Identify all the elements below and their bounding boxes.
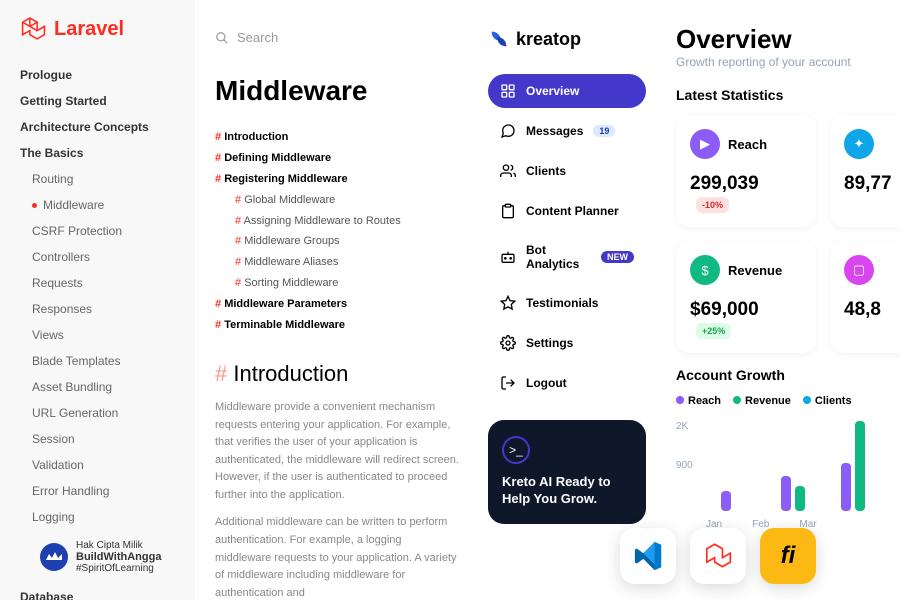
toc-intro[interactable]: Introduction <box>215 127 460 148</box>
doc-content: Search Middleware Introduction Defining … <box>195 0 470 600</box>
y-axis: 2K 900 <box>676 421 693 511</box>
laravel-sidebar: Laravel Prologue Getting Started Archite… <box>0 0 195 600</box>
calendar-icon: ▢ <box>844 255 874 285</box>
stat-revenue[interactable]: $ Revenue $69,000 +25% <box>676 241 816 353</box>
toc-groups[interactable]: Middleware Groups <box>215 231 460 252</box>
nav-csrf[interactable]: CSRF Protection <box>20 218 195 244</box>
growth-heading: Account Growth <box>676 367 900 383</box>
revenue-change: +25% <box>696 323 731 339</box>
knav-overview[interactable]: Overview <box>488 74 646 108</box>
toc-aliases[interactable]: Middleware Aliases <box>215 252 460 273</box>
nav-architecture[interactable]: Architecture Concepts <box>20 114 195 140</box>
knav-settings[interactable]: Settings <box>488 326 646 360</box>
nav-prologue[interactable]: Prologue <box>20 62 195 88</box>
nav-asset[interactable]: Asset Bundling <box>20 374 195 400</box>
knav-logout[interactable]: Logout <box>488 366 646 400</box>
nav-url[interactable]: URL Generation <box>20 400 195 426</box>
kreatop-sidebar: kreatop Overview Messages 19 Clients Con… <box>470 0 658 600</box>
laravel-icon <box>20 16 46 42</box>
intro-para-1: Middleware provide a convenient mechanis… <box>215 399 460 505</box>
page-title: Middleware <box>215 75 460 107</box>
vscode-app-icon[interactable] <box>620 528 676 584</box>
legend-reach: Reach <box>676 395 721 407</box>
intro-para-2: Additional middleware can be written to … <box>215 514 460 600</box>
users-icon <box>500 163 516 179</box>
search-icon <box>215 31 229 45</box>
toc-terminable[interactable]: Terminable Middleware <box>215 315 460 336</box>
laravel-brand-text: Laravel <box>54 18 124 41</box>
laravel-nav: Prologue Getting Started Architecture Co… <box>0 62 195 600</box>
search-bar[interactable]: Search <box>215 30 460 45</box>
logout-icon <box>500 375 516 391</box>
bwa-icon <box>40 543 68 571</box>
legend-clients: Clients <box>803 395 852 407</box>
laravel-app-icon[interactable] <box>690 528 746 584</box>
toc-global[interactable]: Global Middleware <box>215 190 460 211</box>
laravel-logo: Laravel <box>0 16 195 62</box>
toc-registering[interactable]: Registering Middleware <box>215 169 460 190</box>
nav-validation[interactable]: Validation <box>20 452 195 478</box>
promo-card[interactable]: >_ Kreto AI Ready to Help You Grow. <box>488 420 646 524</box>
gear-icon <box>500 335 516 351</box>
stat-reach[interactable]: ▶ Reach 299,039 -10% <box>676 115 816 227</box>
legend-revenue: Revenue <box>733 395 791 407</box>
nav-error[interactable]: Error Handling <box>20 478 195 504</box>
nav-responses[interactable]: Responses <box>20 296 195 322</box>
floating-apps: fi <box>620 528 816 584</box>
chart-area: 2K 900 <box>676 421 900 511</box>
nav-logging[interactable]: Logging <box>20 504 195 530</box>
knav-bot-analytics[interactable]: Bot Analytics NEW <box>488 234 646 280</box>
knav-messages[interactable]: Messages 19 <box>488 114 646 148</box>
bwa-credit: Hak Cipta Milik BuildWithAngga #SpiritOf… <box>20 530 195 584</box>
bwa-tag: #SpiritOfLearning <box>76 563 154 574</box>
toc-params[interactable]: Middleware Parameters <box>215 294 460 315</box>
nav-controllers[interactable]: Controllers <box>20 244 195 270</box>
promo-text: Kreto AI Ready to Help You Grow. <box>502 474 632 508</box>
play-icon: ▶ <box>690 129 720 159</box>
terminal-icon: >_ <box>502 436 530 464</box>
toc-sorting[interactable]: Sorting Middleware <box>215 273 460 294</box>
fi-app-icon[interactable]: fi <box>760 528 816 584</box>
bwa-top: Hak Cipta Milik <box>76 540 143 551</box>
nav-routing[interactable]: Routing <box>20 166 195 192</box>
nav-basics[interactable]: The Basics <box>20 140 195 166</box>
toc-defining[interactable]: Defining Middleware <box>215 148 460 169</box>
messages-badge: 19 <box>593 125 615 137</box>
stat-card-2[interactable]: ✦ 89,77 <box>830 115 900 227</box>
knav-content-planner[interactable]: Content Planner <box>488 194 646 228</box>
bwa-name: BuildWithAngga <box>76 551 161 563</box>
knav-clients[interactable]: Clients <box>488 154 646 188</box>
new-badge: NEW <box>601 251 634 263</box>
stats-heading: Latest Statistics <box>676 87 900 103</box>
stat-card-4[interactable]: ▢ 48,8 <box>830 241 900 353</box>
dash-title: Overview <box>676 24 900 55</box>
kreatop-logo: kreatop <box>488 28 646 50</box>
nav-database[interactable]: Database <box>20 584 195 600</box>
nav-blade[interactable]: Blade Templates <box>20 348 195 374</box>
kreatop-icon <box>488 28 510 50</box>
nav-getting-started[interactable]: Getting Started <box>20 88 195 114</box>
chat-icon <box>500 123 516 139</box>
knav-testimonials[interactable]: Testimonials <box>488 286 646 320</box>
nav-requests[interactable]: Requests <box>20 270 195 296</box>
reach-change: -10% <box>696 197 729 213</box>
dollar-icon: $ <box>690 255 720 285</box>
dash-subtitle: Growth reporting of your account <box>676 55 900 69</box>
nav-views[interactable]: Views <box>20 322 195 348</box>
bot-icon <box>500 249 516 265</box>
search-placeholder: Search <box>237 30 278 45</box>
dashboard: Overview Growth reporting of your accoun… <box>658 0 900 600</box>
cookie-icon: ✦ <box>844 129 874 159</box>
chart-legend: Reach Revenue Clients <box>676 395 900 407</box>
nav-session[interactable]: Session <box>20 426 195 452</box>
star-icon <box>500 295 516 311</box>
clipboard-icon <box>500 203 516 219</box>
grid-icon <box>500 83 516 99</box>
table-of-contents: Introduction Defining Middleware Registe… <box>215 127 460 336</box>
toc-assigning[interactable]: Assigning Middleware to Routes <box>215 211 460 232</box>
kreatop-brand-text: kreatop <box>516 29 581 50</box>
nav-middleware[interactable]: Middleware <box>20 192 195 218</box>
intro-heading: Introduction <box>215 361 460 387</box>
